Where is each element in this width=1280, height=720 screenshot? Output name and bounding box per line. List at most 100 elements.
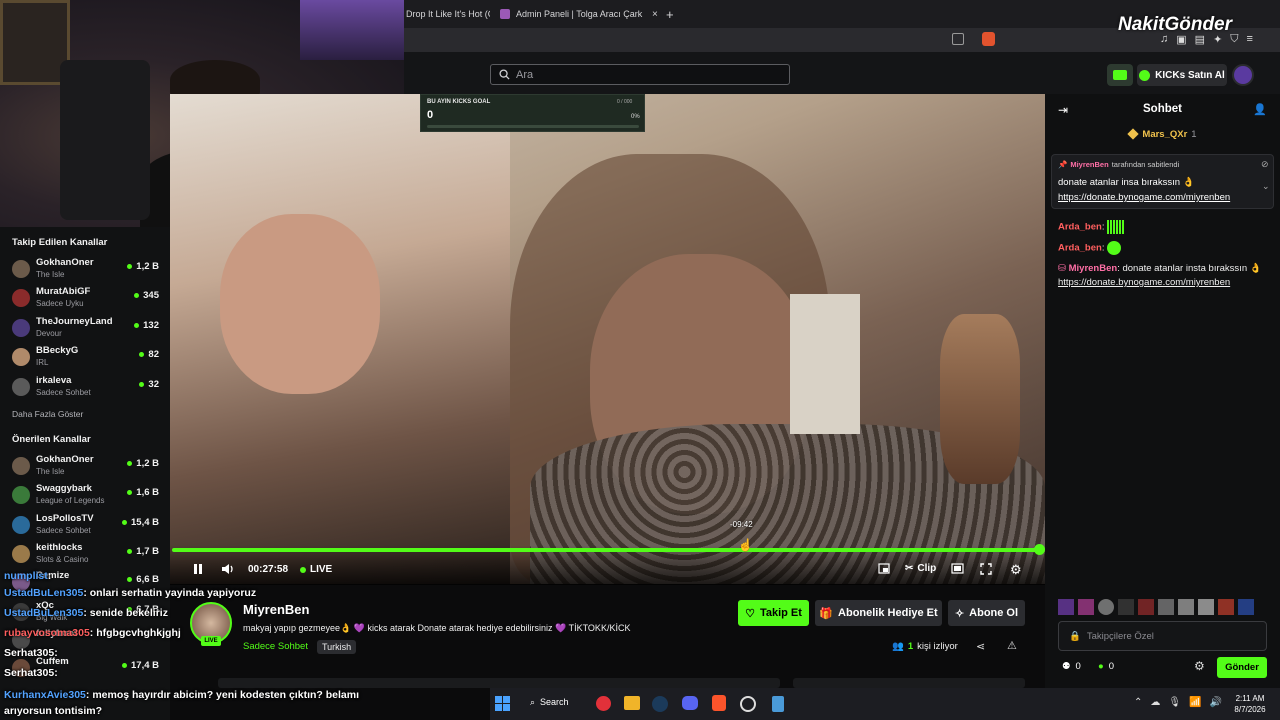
- music-icon[interactable]: ♫: [1160, 33, 1168, 47]
- cloud-icon[interactable]: ☁: [1150, 697, 1160, 708]
- purple-light: [300, 0, 404, 60]
- pinned-link[interactable]: https://donate.bynogame.com/miyrenben: [1058, 192, 1230, 203]
- brave-shield-icon[interactable]: [982, 32, 995, 46]
- chat-message: Arda_ben:: [1058, 220, 1268, 235]
- progress-handle[interactable]: [1034, 544, 1045, 555]
- language-tag[interactable]: Turkish: [317, 640, 357, 654]
- show-more-link[interactable]: Daha Fazla Göster: [12, 409, 83, 419]
- stream-info-panel: LIVE MiyrenBen makyaj yapıp gezmeyee👌 💜 …: [170, 585, 1045, 685]
- clip-button[interactable]: ✂ Clip: [905, 563, 936, 574]
- send-button[interactable]: Gönder: [1217, 657, 1267, 678]
- tab-favicon-icon: [500, 9, 510, 19]
- start-button[interactable]: [495, 696, 510, 711]
- new-tab-button[interactable]: +: [666, 4, 682, 24]
- tab-label: Drop It Like It's Hot (C: [406, 9, 490, 19]
- browser-extension-icons: ♫ ▣ ▤ ✦ ⛉ ≡: [1160, 33, 1278, 47]
- stream-category-link[interactable]: Sadece Sohbet: [243, 641, 308, 652]
- file-explorer-icon[interactable]: [624, 696, 640, 710]
- chat-link[interactable]: https://donate.bynogame.com/miyrenben: [1058, 277, 1230, 288]
- gift-sub-button[interactable]: 🎁 Abonelik Hediye Et: [815, 600, 942, 626]
- sidebar-icon[interactable]: ▣: [1176, 33, 1186, 47]
- clock[interactable]: 2:11 AM 8/7/2026: [1225, 693, 1275, 715]
- theater-mode-icon[interactable]: [951, 563, 964, 574]
- fullscreen-icon[interactable]: [980, 563, 992, 575]
- steam-icon[interactable]: [652, 696, 668, 712]
- channel-avatar: [12, 260, 30, 278]
- kicks-coin-icon: [1139, 69, 1151, 81]
- report-icon[interactable]: ⚠: [1007, 639, 1017, 652]
- browser-tab[interactable]: Drop It Like It's Hot (C: [406, 4, 490, 24]
- mic-icon[interactable]: 🎙: [1168, 697, 1181, 708]
- video-progress-bar[interactable]: [172, 548, 1040, 552]
- obs-icon[interactable]: [740, 696, 756, 712]
- followed-channel-item[interactable]: GokhanOner The Isle 1,2 B: [12, 256, 162, 284]
- taskbar-search[interactable]: ⌕ Search: [530, 697, 569, 708]
- notepad-icon[interactable]: [772, 696, 784, 712]
- top-gifter-bar: Mars_QXr 1: [1045, 128, 1280, 140]
- expand-chevron-icon[interactable]: ⌄: [1262, 181, 1270, 192]
- gift-icon: 🎁: [819, 607, 834, 620]
- menu-icon[interactable]: ≡: [1247, 33, 1253, 47]
- clip-icon: ✂: [905, 563, 914, 574]
- channel-avatar: [12, 457, 30, 475]
- unpin-icon[interactable]: ⊘: [1261, 159, 1269, 170]
- miniplayer-icon[interactable]: [878, 563, 890, 574]
- followed-channel-item[interactable]: BBeckyG IRL 82: [12, 344, 162, 372]
- buy-kicks-button[interactable]: KICKs Satın Al: [1137, 64, 1227, 86]
- video-dried-flowers: [940, 314, 1020, 484]
- points-icon: ⚉: [1062, 661, 1071, 672]
- lock-icon: 🔒: [1069, 630, 1081, 642]
- discord-icon[interactable]: [682, 696, 698, 710]
- chat-message: ⛁ MiyrenBen: donate atanlar insta bıraks…: [1058, 263, 1262, 288]
- followed-channel-item[interactable]: irkaleva Sadece Sohbet 32: [12, 374, 162, 402]
- kicks-balance: ● 0: [1098, 661, 1115, 672]
- kicks-goal-widget: BU AYIN KICKS GOAL 0 / 000 0 0%: [420, 94, 645, 132]
- search-placeholder: Ara: [516, 68, 534, 81]
- settings-gear-icon[interactable]: ⚙: [1010, 562, 1022, 578]
- share-icon[interactable]: ⋖: [976, 640, 985, 653]
- followed-channel-item[interactable]: MuratAbiGF Sadece Uyku 345: [12, 285, 162, 313]
- kicks-wallet-button[interactable]: [1107, 64, 1133, 86]
- video-wall-frame: [790, 294, 860, 434]
- moderator-badge-icon: ⛁: [1058, 263, 1066, 274]
- translate-icon[interactable]: [952, 33, 964, 45]
- follow-button[interactable]: ♡ Takip Et: [738, 600, 809, 626]
- search-input[interactable]: Ara: [490, 64, 790, 85]
- emote-strip: [1058, 599, 1278, 615]
- windows-taskbar: ⌕ Search ⌃ ☁ 🎙 📶 🔊 2:11 AM 8/7/2026: [490, 688, 1280, 720]
- overlay-chat-message: Serhat305:: [4, 647, 58, 659]
- chat-panel: ⇥ Sohbet 👤 Mars_QXr 1 📌 MiyrenBen tarafı…: [1045, 94, 1280, 688]
- wallet-icon[interactable]: ▤: [1195, 33, 1205, 47]
- leo-icon[interactable]: ✦: [1213, 33, 1222, 47]
- channel-avatar: [12, 289, 30, 307]
- suggested-channel-item[interactable]: GokhanOner The Isle 1,2 B: [12, 453, 162, 481]
- video-player[interactable]: [170, 94, 1045, 584]
- chat-input[interactable]: 🔒 Takipçilere Özel: [1058, 621, 1267, 651]
- suggested-channel-item[interactable]: keithlocks Slots & Casino 1,7 B: [12, 541, 162, 569]
- suggested-channels-title: Önerilen Kanallar: [12, 434, 91, 445]
- followed-channels-title: Takip Edilen Kanallar: [12, 237, 108, 248]
- search-icon: ⌕: [530, 697, 536, 707]
- hover-time-tooltip: -09:42: [730, 520, 753, 529]
- suggested-channel-item[interactable]: Swaggybark League of Legends 1,6 B: [12, 482, 162, 510]
- volume-button[interactable]: [221, 563, 235, 575]
- channel-avatar: [12, 545, 30, 563]
- subscribe-button[interactable]: ✧ Abone Ol: [948, 600, 1025, 626]
- tray-chevron-icon[interactable]: ⌃: [1134, 697, 1142, 708]
- brave-icon[interactable]: [712, 695, 726, 711]
- volume-icon[interactable]: 🔊: [1210, 697, 1222, 708]
- suggested-channel-item[interactable]: LosPollosTV Sadece Sohbet 15,4 B: [12, 512, 162, 540]
- wifi-icon[interactable]: 📶: [1189, 697, 1201, 708]
- streamer-name[interactable]: MiyrenBen: [243, 602, 309, 617]
- chat-settings-icon[interactable]: ⚙: [1194, 659, 1205, 673]
- user-avatar[interactable]: [1232, 64, 1254, 86]
- browser-tab[interactable]: Admin Paneli | Tolga Aracı Çark: [500, 4, 660, 24]
- app-icon[interactable]: [596, 696, 611, 711]
- vpn-icon[interactable]: ⛉: [1230, 33, 1238, 47]
- emote-icon: [1107, 220, 1126, 234]
- video-face-left: [220, 214, 380, 394]
- chat-users-icon[interactable]: 👤: [1253, 103, 1267, 116]
- channel-avatar: [12, 486, 30, 504]
- pause-button[interactable]: [193, 563, 203, 575]
- followed-channel-item[interactable]: TheJourneyLand Devour 132: [12, 315, 162, 343]
